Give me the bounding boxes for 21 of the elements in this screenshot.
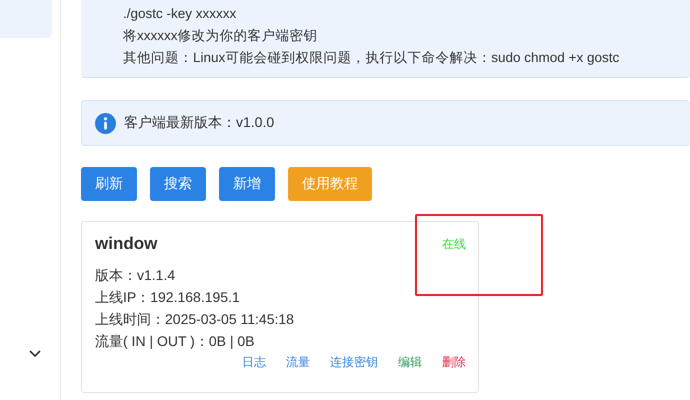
client-detail: 版本：v1.1.4 — [95, 266, 176, 285]
action-link[interactable]: 编辑 — [398, 354, 422, 371]
client-detail: 流量( IN | OUT )：0B | 0B — [95, 332, 256, 351]
action-link[interactable]: 删除 — [442, 354, 466, 371]
client-name: window — [95, 234, 158, 254]
notice-text: ./gostc -key xxxxxx — [123, 5, 238, 23]
notice-text: 将xxxxxx修改为你的客户端密钥 — [123, 27, 318, 45]
action-link[interactable]: 连接密钥 — [330, 354, 378, 371]
info-icon — [95, 112, 116, 134]
version-text: 客户端最新版本：v1.0.0 — [124, 114, 274, 132]
status-label: 在线 — [442, 236, 466, 252]
client-detail: 上线IP：192.168.195.1 — [95, 288, 241, 307]
action-link[interactable]: 日志 — [242, 354, 266, 371]
toolbar-button[interactable]: 刷新 — [81, 167, 137, 201]
chevron-down-icon[interactable] — [29, 350, 41, 358]
notice-text: 其他问题：Linux可能会碰到权限问题，执行以下命令解决：sudo chmod +x gostc — [123, 49, 620, 67]
toolbar-button[interactable]: 使用教程 — [288, 167, 372, 201]
client-detail: 上线时间：2025-03-05 11:45:18 — [95, 310, 295, 329]
toolbar-button[interactable]: 新增 — [219, 167, 275, 201]
action-link[interactable]: 流量 — [286, 354, 310, 371]
toolbar-button[interactable]: 搜索 — [150, 167, 206, 201]
